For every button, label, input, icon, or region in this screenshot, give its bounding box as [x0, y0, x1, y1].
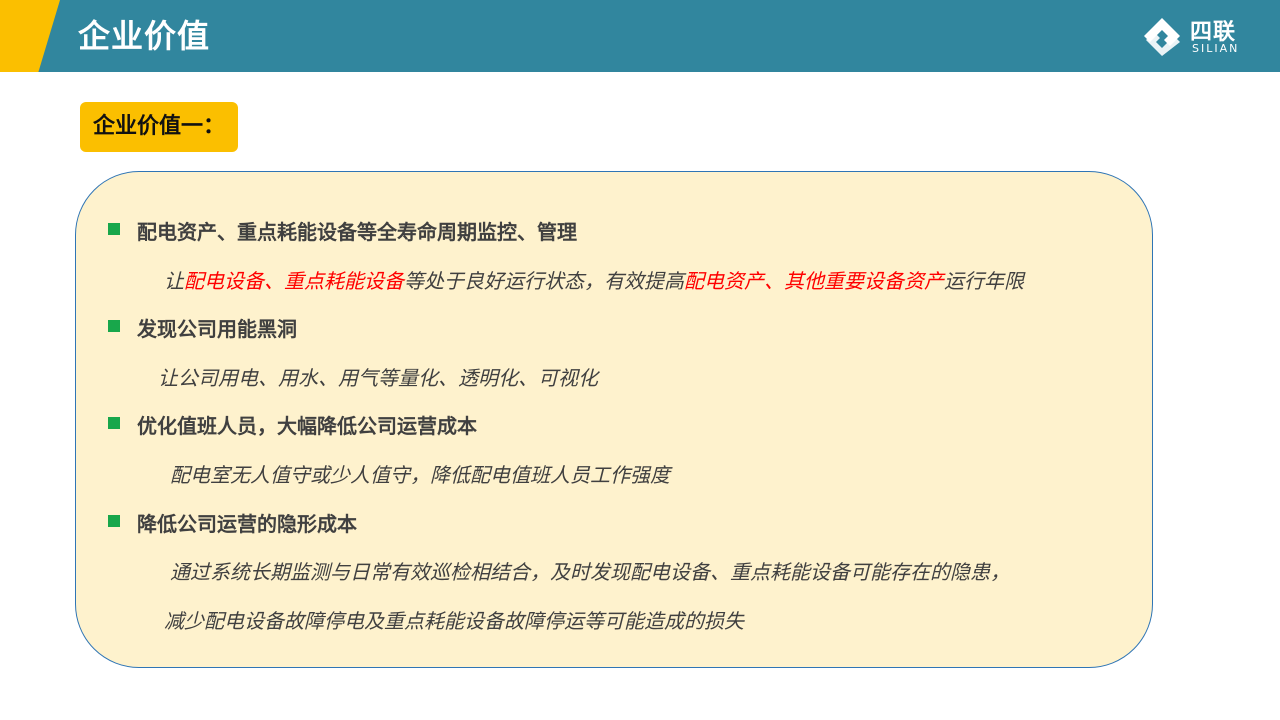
item-description: 让配电设备、重点耗能设备等处于良好运行状态，有效提高配电资产、其他重要设备资产运… [164, 265, 1024, 294]
item-description: 让公司用电、用水、用气等量化、透明化、可视化 [158, 366, 598, 390]
silian-logo-icon [1144, 18, 1180, 56]
silian-logo: 四联 SILIAN [1140, 14, 1260, 60]
item-description-line: 减少配电设备故障停电及重点耗能设备故障停运等可能造成的损失 [164, 609, 744, 633]
bullet-icon [108, 223, 120, 235]
item-heading: 配电资产、重点耗能设备等全寿命周期监控、管理 [137, 220, 577, 244]
desc-text: 等处于良好运行状态，有效提高 [404, 269, 684, 293]
desc-text: 让 [164, 269, 184, 293]
item-heading: 发现公司用能黑洞 [137, 317, 297, 341]
bullet-icon [108, 417, 120, 429]
desc-highlight: 配电资产、其他重要设备资产 [684, 269, 944, 293]
item-heading: 降低公司运营的隐形成本 [137, 512, 357, 536]
bullet-icon [108, 515, 120, 527]
desc-text: 运行年限 [944, 269, 1024, 293]
logo-subtext: SILIAN [1192, 42, 1240, 55]
page-title: 企业价值 [78, 17, 211, 55]
item-description-line: 通过系统长期监测与日常有效巡检相结合，及时发现配电设备、重点耗能设备可能存在的隐… [170, 560, 1010, 584]
item-heading: 优化值班人员，大幅降低公司运营成本 [137, 414, 477, 438]
desc-highlight: 配电设备、重点耗能设备 [184, 269, 404, 293]
item-description: 配电室无人值守或少人值守，降低配电值班人员工作强度 [170, 463, 670, 487]
bullet-icon [108, 320, 120, 332]
section-tag: 企业价值一： [80, 102, 238, 152]
